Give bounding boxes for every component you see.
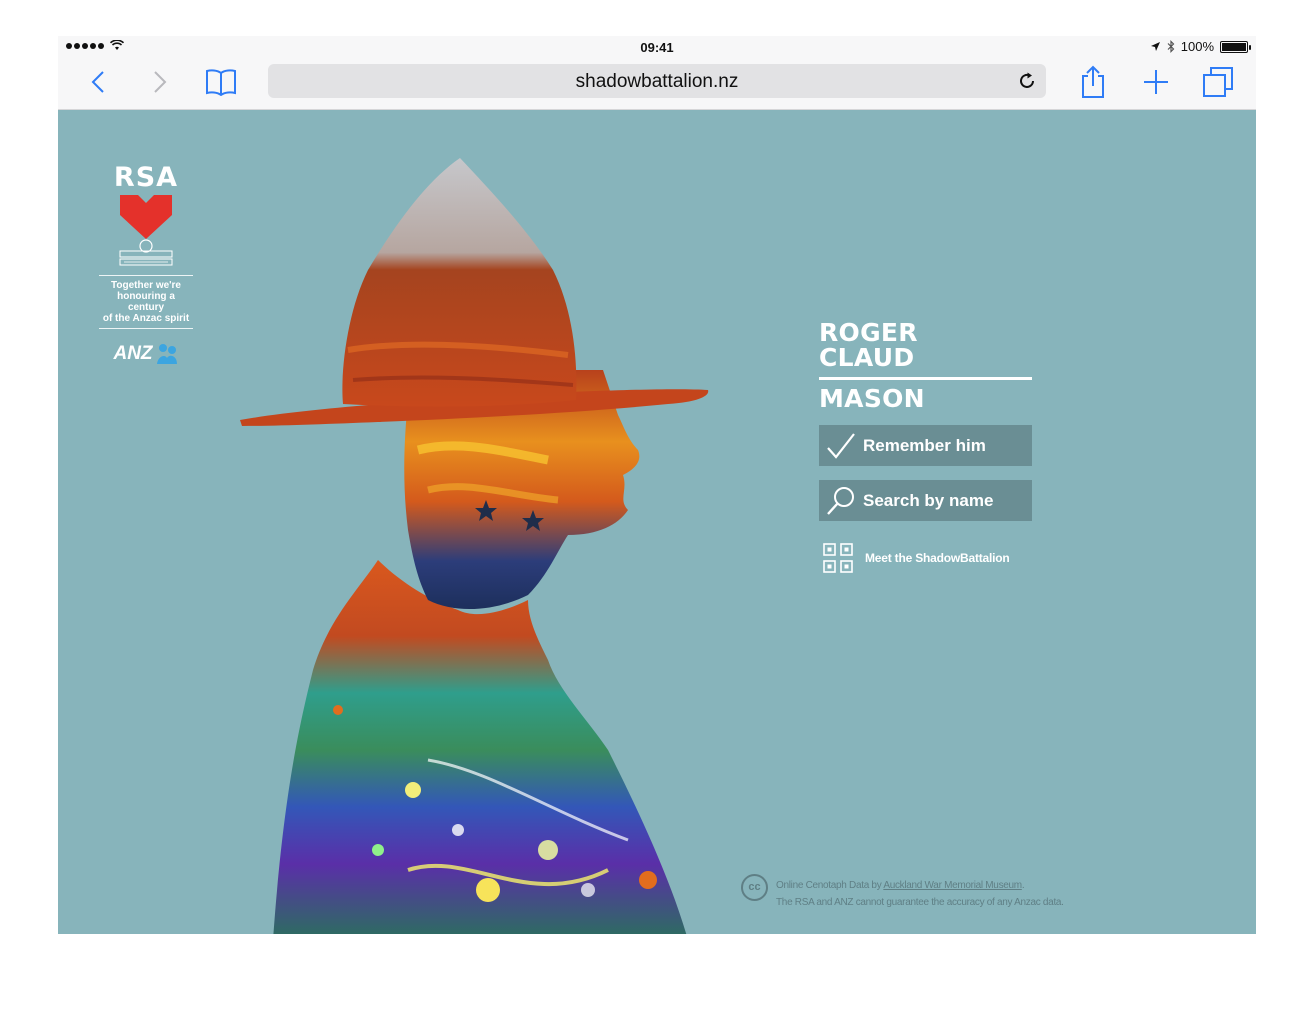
status-right: 100% (1150, 39, 1251, 54)
surname: MASON (819, 384, 925, 413)
meet-shadowbattalion-label: Meet the ShadowBattalion (865, 551, 1010, 565)
sponsor-logos: RSA Together we're honouring a century o… (98, 162, 194, 365)
checkmark-icon (827, 432, 855, 459)
name-divider (819, 377, 1032, 380)
logo-divider-bottom (99, 328, 193, 329)
qr-code-icon (823, 543, 853, 573)
status-time: 09:41 (640, 40, 674, 55)
anz-logo-text: ANZ (113, 343, 153, 364)
status-bar: 09:41 100% (58, 36, 1256, 58)
plus-icon (1144, 70, 1168, 94)
search-icon (827, 486, 854, 515)
bluetooth-icon (1167, 40, 1175, 53)
web-page: RSA Together we're honouring a century o… (58, 110, 1256, 934)
first-name-1: ROGER (819, 318, 918, 347)
share-button[interactable] (1075, 64, 1111, 100)
ipad-screen: 09:41 100% shadowbattalion.nz RSA Togeth… (58, 36, 1256, 934)
creative-commons-icon: cc (741, 874, 768, 901)
logo-divider-top (99, 275, 193, 276)
soldier-silhouette-artwork (240, 158, 709, 934)
soldier-panel: ROGER CLAUD MASON Remember him Search by… (819, 320, 1033, 573)
bookmarks-button[interactable] (203, 64, 239, 100)
anz-logo: ANZ (98, 343, 194, 365)
forward-button[interactable] (142, 64, 178, 100)
chevron-left-icon (91, 71, 104, 93)
browser-toolbar: shadowbattalion.nz (58, 58, 1256, 110)
reload-button[interactable] (1014, 68, 1040, 94)
first-name-2: CLAUD (819, 343, 915, 372)
tagline: Together we're honouring a century of th… (102, 280, 190, 324)
meet-shadowbattalion-link[interactable]: Meet the ShadowBattalion (819, 543, 1033, 573)
back-button[interactable] (80, 64, 116, 100)
url-text: shadowbattalion.nz (575, 71, 739, 92)
search-by-name-button[interactable]: Search by name (819, 480, 1032, 521)
tabs-button[interactable] (1200, 64, 1236, 100)
battery-percent: 100% (1180, 39, 1214, 54)
address-bar[interactable]: shadowbattalion.nz (268, 64, 1046, 98)
remember-him-label: Remember him (863, 435, 986, 455)
credit-line-2: The RSA and ANZ cannot guarantee the acc… (776, 897, 1064, 908)
credit-line-1: Online Cenotaph Data by Auckland War Mem… (776, 880, 1025, 891)
chevron-right-icon (154, 71, 167, 93)
rsa-heart-logo-icon (119, 195, 173, 266)
museum-link[interactable]: Auckland War Memorial Museum (883, 880, 1022, 891)
reload-icon (1020, 72, 1034, 88)
battery-icon (1220, 40, 1251, 53)
tabs-icon (1203, 67, 1233, 97)
new-tab-button[interactable] (1138, 64, 1174, 100)
rsa-logo-text: RSA (113, 162, 179, 193)
battery-fill (1222, 42, 1246, 51)
share-icon (1082, 65, 1104, 98)
location-arrow-icon (1150, 42, 1160, 51)
search-by-name-label: Search by name (863, 490, 994, 510)
book-icon (206, 69, 236, 96)
remember-him-button[interactable]: Remember him (819, 425, 1032, 466)
anz-people-icon (156, 344, 177, 364)
